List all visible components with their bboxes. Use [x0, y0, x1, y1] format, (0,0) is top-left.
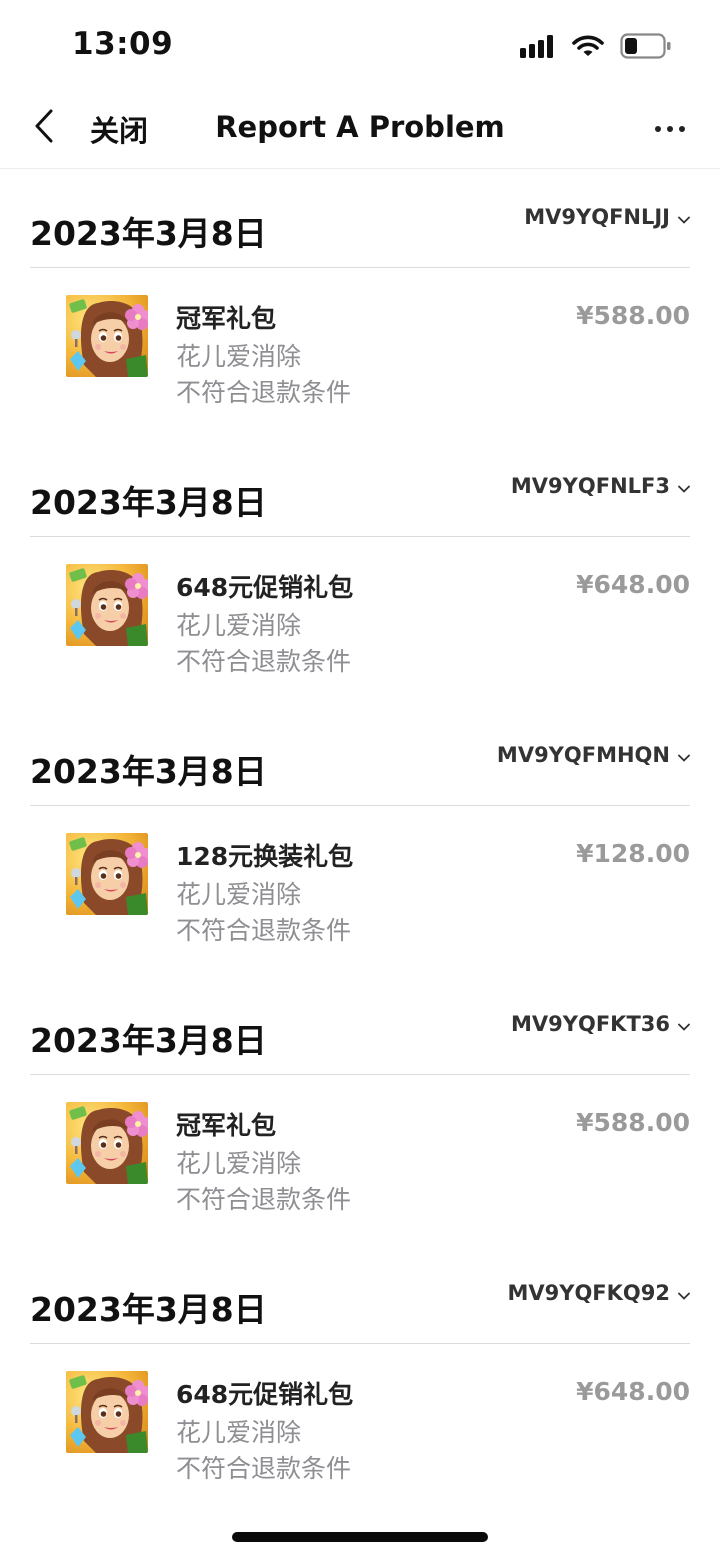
purchase-item[interactable]: 648元促销礼包 花儿爱消除 不符合退款条件 ¥648.00 [0, 1343, 720, 1514]
item-name: 128元换装礼包 [176, 842, 354, 871]
order-id: MV9YQFNLJJ [524, 205, 670, 229]
item-name: 648元促销礼包 [176, 1380, 354, 1409]
app-icon [66, 1371, 148, 1453]
battery-icon [620, 33, 672, 63]
wifi-icon [572, 34, 604, 62]
purchase-group: 2023年3月8日 MV9YQFNLJJ 冠军礼包 花儿爱消除 不符合退款条件 … [0, 169, 720, 438]
purchase-group: 2023年3月8日 MV9YQFMHQN 128元换装礼包 花儿爱消除 不符合退… [0, 707, 720, 976]
nav-bar: 关闭 Report A Problem [0, 96, 720, 169]
purchase-group: 2023年3月8日 MV9YQFKT36 冠军礼包 花儿爱消除 不符合退款条件 … [0, 976, 720, 1245]
order-id-toggle[interactable]: MV9YQFMHQN [497, 743, 690, 767]
item-name: 冠军礼包 [176, 1111, 277, 1140]
chevron-down-icon [678, 474, 690, 498]
back-button[interactable] [26, 108, 62, 148]
chevron-down-icon [678, 743, 690, 767]
app-icon [66, 1102, 148, 1184]
refund-status: 不符合退款条件 [176, 647, 352, 676]
app-icon [66, 295, 148, 377]
item-name: 冠军礼包 [176, 304, 277, 333]
purchase-header: 2023年3月8日 MV9YQFKT36 [30, 976, 690, 1075]
app-name: 花儿爱消除 [176, 342, 302, 371]
item-price: ¥588.00 [576, 1108, 690, 1137]
chevron-left-icon [33, 108, 55, 148]
refund-status: 不符合退款条件 [176, 378, 352, 407]
order-id-toggle[interactable]: MV9YQFNLJJ [524, 205, 690, 229]
purchase-header: 2023年3月8日 MV9YQFKQ92 [30, 1245, 690, 1344]
status-bar: 13:09 [0, 0, 720, 96]
status-icons [520, 33, 672, 63]
app-icon [66, 833, 148, 915]
purchase-item[interactable]: 648元促销礼包 花儿爱消除 不符合退款条件 ¥648.00 [0, 536, 720, 707]
order-id: MV9YQFKT36 [511, 1012, 670, 1036]
purchase-header: 2023年3月8日 MV9YQFNLJJ [30, 169, 690, 268]
purchase-date: 2023年3月8日 [30, 1021, 267, 1060]
order-id-toggle[interactable]: MV9YQFKQ92 [507, 1281, 690, 1305]
purchase-item[interactable]: 冠军礼包 花儿爱消除 不符合退款条件 ¥588.00 [0, 267, 720, 438]
item-price: ¥588.00 [576, 301, 690, 330]
order-id: MV9YQFMHQN [496, 743, 670, 767]
order-id: MV9YQFKQ92 [507, 1281, 670, 1305]
purchase-list: 2023年3月8日 MV9YQFNLJJ 冠军礼包 花儿爱消除 不符合退款条件 … [0, 169, 720, 1514]
app-name: 花儿爱消除 [176, 611, 302, 640]
app-name: 花儿爱消除 [176, 880, 302, 909]
app-icon [66, 564, 148, 646]
item-price: ¥648.00 [576, 1377, 690, 1406]
purchase-date: 2023年3月8日 [30, 1290, 267, 1329]
item-name: 648元促销礼包 [176, 573, 354, 602]
status-time: 13:09 [72, 26, 174, 62]
refund-status: 不符合退款条件 [176, 1185, 352, 1214]
item-price: ¥128.00 [576, 839, 690, 868]
purchase-item[interactable]: 冠军礼包 花儿爱消除 不符合退款条件 ¥588.00 [0, 1074, 720, 1245]
close-button[interactable]: 关闭 [90, 108, 148, 150]
app-name: 花儿爱消除 [176, 1149, 302, 1178]
purchase-group: 2023年3月8日 MV9YQFKQ92 648元促销礼包 花儿爱消除 不符合退… [0, 1245, 720, 1514]
cellular-signal-icon [520, 34, 556, 62]
purchase-header: 2023年3月8日 MV9YQFMHQN [30, 707, 690, 806]
refund-status: 不符合退款条件 [176, 1454, 352, 1483]
purchase-date: 2023年3月8日 [30, 752, 267, 791]
refund-status: 不符合退款条件 [176, 916, 352, 945]
app-name: 花儿爱消除 [176, 1418, 302, 1447]
purchase-group: 2023年3月8日 MV9YQFNLF3 648元促销礼包 花儿爱消除 不符合退… [0, 438, 720, 707]
chevron-down-icon [678, 1281, 690, 1305]
chevron-down-icon [678, 205, 690, 229]
order-id: MV9YQFNLF3 [510, 474, 670, 498]
chevron-down-icon [678, 1012, 690, 1036]
purchase-item[interactable]: 128元换装礼包 花儿爱消除 不符合退款条件 ¥128.00 [0, 805, 720, 976]
more-button[interactable] [650, 114, 690, 144]
home-indicator[interactable] [232, 1532, 488, 1542]
purchase-header: 2023年3月8日 MV9YQFNLF3 [30, 438, 690, 537]
purchase-date: 2023年3月8日 [30, 214, 267, 253]
item-price: ¥648.00 [576, 570, 690, 599]
more-dots-icon [655, 126, 661, 132]
purchase-date: 2023年3月8日 [30, 483, 267, 522]
order-id-toggle[interactable]: MV9YQFKT36 [511, 1012, 690, 1036]
order-id-toggle[interactable]: MV9YQFNLF3 [511, 474, 690, 498]
